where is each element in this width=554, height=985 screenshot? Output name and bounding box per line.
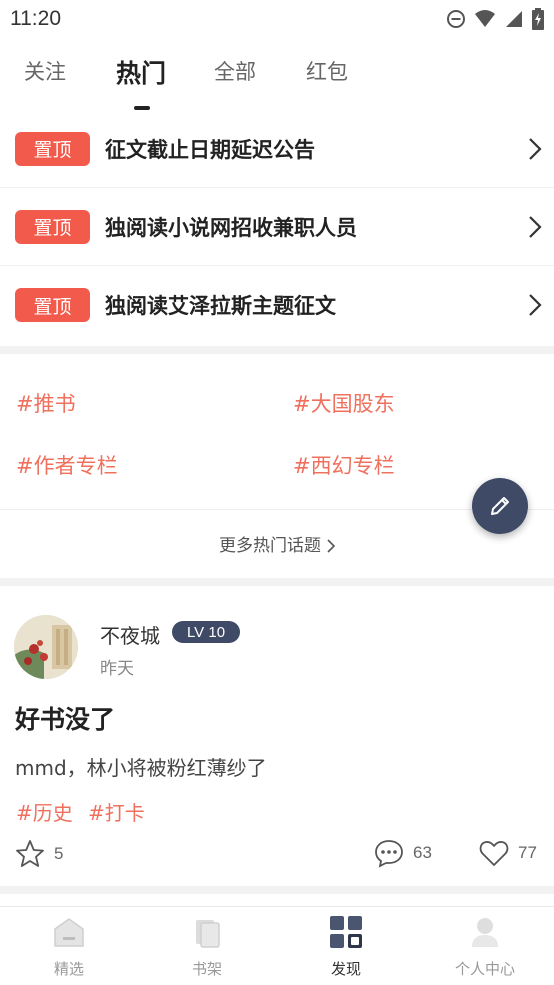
status-icons	[446, 8, 544, 30]
feed-tabs: 关注 热门 全部 红包	[0, 50, 554, 110]
section-divider	[0, 346, 554, 354]
chevron-right-icon	[327, 539, 335, 553]
level-badge: LV 10	[172, 621, 240, 643]
discover-grid-icon	[330, 916, 362, 948]
comment-count: 63	[413, 843, 432, 862]
comment-icon	[375, 840, 403, 868]
divider	[0, 509, 554, 510]
post-card[interactable]: 不夜城 LV 10 昨天 好书没了 mmd，林小将被粉红薄纱了 #历史 #打卡 …	[0, 586, 554, 886]
status-bar: 11:20	[0, 0, 554, 38]
hot-topics: #推书 #大国股东 #作者专栏 #西幻专栏 更多热门话题	[0, 356, 554, 578]
nav-label: 书架	[191, 960, 222, 978]
post-title[interactable]: 好书没了	[15, 700, 115, 736]
topic-link[interactable]: #推书	[16, 388, 76, 418]
like-button[interactable]: 77	[478, 838, 537, 868]
topic-link[interactable]: #大国股东	[293, 388, 395, 418]
bottom-nav: 精选 书架 发现 个人中心	[0, 906, 554, 985]
tab-hot[interactable]: 热门	[116, 54, 166, 90]
topic-link[interactable]: #作者专栏	[16, 450, 118, 480]
nav-label: 个人中心	[454, 960, 515, 978]
battery-icon	[532, 8, 544, 30]
pinned-row[interactable]: 置顶 独阅读艾泽拉斯主题征文	[0, 266, 554, 344]
nav-discover[interactable]: 发现	[301, 915, 391, 979]
nav-profile[interactable]: 个人中心	[440, 915, 530, 979]
pencil-icon	[491, 497, 509, 515]
pinned-row[interactable]: 置顶 独阅读小说网招收兼职人员	[0, 188, 554, 266]
post-tag[interactable]: #打卡	[88, 797, 145, 826]
do-not-disturb-icon	[447, 10, 465, 28]
like-count: 77	[518, 843, 537, 862]
bookshelf-icon	[196, 920, 220, 948]
star-icon	[16, 840, 44, 867]
wifi-icon	[475, 10, 495, 27]
pinned-badge: 置顶	[15, 131, 90, 166]
pinned-title: 独阅读小说网招收兼职人员	[105, 215, 357, 240]
nav-bookshelf[interactable]: 书架	[162, 915, 252, 979]
chevron-right-icon	[529, 216, 542, 238]
post-time: 昨天	[100, 659, 134, 679]
comment-button[interactable]: 63	[373, 838, 432, 868]
pinned-title: 独阅读艾泽拉斯主题征文	[105, 294, 336, 318]
pinned-badge: 置顶	[15, 288, 90, 322]
author-name[interactable]: 不夜城	[100, 620, 160, 649]
pinned-badge: 置顶	[15, 209, 90, 244]
tab-all[interactable]: 全部	[214, 56, 256, 86]
pinned-title: 征文截止日期延迟公告	[105, 137, 315, 162]
chevron-right-icon	[529, 138, 542, 160]
nav-featured[interactable]: 精选	[24, 915, 114, 979]
pinned-row[interactable]: 置顶 征文截止日期延迟公告	[0, 110, 554, 188]
topic-link[interactable]: #西幻专栏	[293, 450, 395, 480]
heart-icon	[479, 841, 509, 866]
section-divider	[0, 886, 554, 894]
nav-label: 精选	[53, 960, 84, 978]
pinned-list: 置顶 征文截止日期延迟公告 置顶 独阅读小说网招收兼职人员 置顶 独阅读艾泽拉斯…	[0, 110, 554, 344]
cell-signal-icon	[506, 11, 522, 27]
avatar[interactable]	[14, 615, 78, 679]
tab-following[interactable]: 关注	[24, 56, 66, 86]
post-actions: 5 63 77	[0, 838, 554, 874]
favorite-button[interactable]: 5	[14, 838, 63, 870]
tab-red-packet[interactable]: 红包	[306, 56, 348, 86]
compose-button[interactable]	[472, 478, 528, 534]
profile-icon	[472, 918, 498, 947]
nav-label: 发现	[330, 960, 361, 978]
section-divider	[0, 578, 554, 586]
post-tag[interactable]: #历史	[16, 797, 73, 826]
status-time: 11:20	[10, 7, 61, 30]
post-body[interactable]: mmd，林小将被粉红薄纱了	[15, 752, 267, 781]
more-topics-link[interactable]: 更多热门话题	[0, 531, 554, 556]
home-icon	[54, 918, 84, 947]
more-topics-label: 更多热门话题	[219, 536, 321, 556]
favorite-count: 5	[54, 844, 64, 863]
chevron-right-icon	[529, 294, 542, 316]
